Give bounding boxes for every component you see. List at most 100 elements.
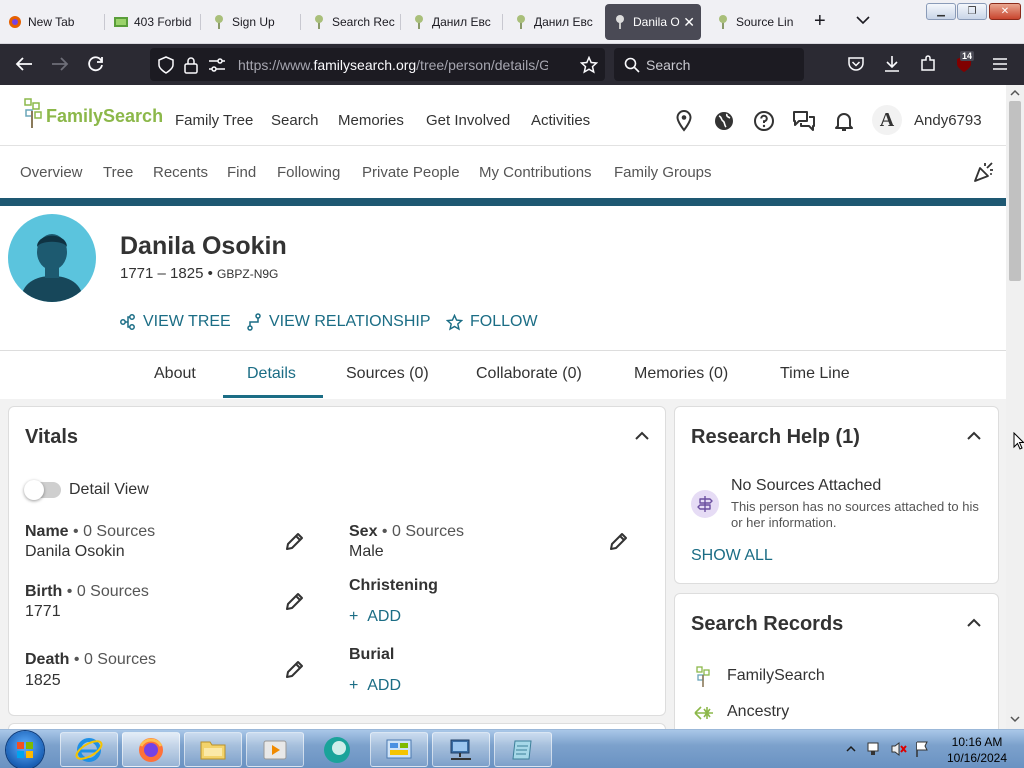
subnav-tree[interactable]: Tree <box>103 164 133 181</box>
show-all-link[interactable]: SHOW ALL <box>691 547 773 565</box>
close-window-icon[interactable]: ✕ <box>989 3 1021 20</box>
subnav-private-people[interactable]: Private People <box>362 164 460 181</box>
tab-sources[interactable]: Sources (0) <box>346 365 429 383</box>
tab-about[interactable]: About <box>154 365 196 383</box>
device-tray-icon[interactable] <box>866 741 882 757</box>
new-tab-plus-icon[interactable]: + <box>814 11 826 31</box>
research-item-title[interactable]: No Sources Attached <box>731 477 881 495</box>
download-icon[interactable] <box>880 52 904 76</box>
taskbar-chat-app[interactable] <box>308 732 366 767</box>
birth-value[interactable]: 1771 <box>25 603 61 621</box>
search-box[interactable]: Search <box>614 48 804 81</box>
system-clock[interactable]: 10:16 AM 10/16/2024 <box>940 734 1014 766</box>
taskbar-media-player[interactable] <box>246 732 304 767</box>
death-value[interactable]: 1825 <box>25 672 61 690</box>
browser-tab-danila-active[interactable]: Danila O ✕ <box>605 4 701 40</box>
back-arrow-icon[interactable] <box>12 52 36 76</box>
browser-tab-source-linker[interactable]: Source Lin <box>708 4 800 40</box>
location-pin-icon[interactable] <box>672 109 696 133</box>
messages-icon[interactable] <box>792 109 816 133</box>
reload-icon[interactable] <box>84 52 108 76</box>
scrollbar-thumb[interactable] <box>1009 101 1021 281</box>
subnav-recents[interactable]: Recents <box>153 164 208 181</box>
sex-value[interactable]: Male <box>349 543 384 561</box>
taskbar-file-explorer[interactable] <box>184 732 242 767</box>
search-records-ancestry[interactable]: Ancestry <box>727 703 789 721</box>
person-name: Danila Osokin <box>120 232 287 260</box>
action-center-flag-icon[interactable] <box>914 740 930 758</box>
notifications-bell-icon[interactable] <box>832 109 856 133</box>
forward-arrow-icon[interactable] <box>48 52 72 76</box>
follow-link[interactable]: FOLLOW <box>446 313 538 331</box>
view-relationship-link[interactable]: VIEW RELATIONSHIP <box>246 313 431 331</box>
person-id[interactable]: GBPZ-N9G <box>217 267 278 281</box>
user-avatar[interactable]: A <box>872 105 902 135</box>
url-text[interactable]: https://www.familysearch.org/tree/person… <box>238 57 548 73</box>
browser-tab-sign-up[interactable]: Sign Up <box>204 4 300 40</box>
tab-memories[interactable]: Memories (0) <box>634 365 728 383</box>
person-header: Danila Osokin 1771 – 1825 • GBPZ-N9G VIE… <box>0 206 1006 351</box>
search-records-familysearch[interactable]: FamilySearch <box>727 667 825 685</box>
familysearch-logo[interactable]: FamilySearch <box>22 97 163 129</box>
subnav-family-groups[interactable]: Family Groups <box>614 164 712 181</box>
help-question-icon[interactable] <box>752 109 776 133</box>
taskbar-notepad[interactable] <box>494 732 552 767</box>
collapse-chevron-icon[interactable] <box>635 431 649 441</box>
taskbar-internet-explorer[interactable] <box>60 732 118 767</box>
taskbar-network[interactable] <box>432 732 490 767</box>
edit-pencil-icon[interactable] <box>283 531 305 553</box>
add-christening-link[interactable]: + ADD <box>349 608 401 626</box>
tab-time-line[interactable]: Time Line <box>780 365 850 383</box>
person-portrait-avatar[interactable] <box>8 214 96 302</box>
scroll-down-icon[interactable] <box>1010 715 1020 723</box>
close-tab-icon[interactable]: ✕ <box>683 14 695 31</box>
extensions-puzzle-icon[interactable] <box>916 52 940 76</box>
subnav-my-contributions[interactable]: My Contributions <box>479 164 592 181</box>
subnav-find[interactable]: Find <box>227 164 256 181</box>
show-hidden-icons-icon[interactable] <box>846 745 856 753</box>
volume-muted-icon[interactable] <box>890 741 908 757</box>
nav-activities[interactable]: Activities <box>531 112 590 129</box>
subnav-following[interactable]: Following <box>277 164 340 181</box>
nav-search[interactable]: Search <box>271 112 319 129</box>
pocket-icon[interactable] <box>844 52 868 76</box>
name-value[interactable]: Danila Osokin <box>25 543 125 561</box>
detail-view-toggle[interactable] <box>24 480 61 500</box>
subnav-overview[interactable]: Overview <box>20 164 83 181</box>
nav-family-tree[interactable]: Family Tree <box>175 112 253 129</box>
edit-pencil-icon[interactable] <box>607 531 629 553</box>
browser-tab-new-tab[interactable]: New Tab <box>0 4 100 40</box>
globe-icon[interactable] <box>712 109 736 133</box>
tab-details[interactable]: Details <box>247 365 296 383</box>
nav-get-involved[interactable]: Get Involved <box>426 112 510 129</box>
windows-start-button[interactable] <box>6 731 44 768</box>
browser-tab-search-records[interactable]: Search Rec <box>304 4 396 40</box>
browser-tab-danil-2[interactable]: Данил Евс <box>506 4 600 40</box>
hamburger-menu-icon[interactable] <box>988 52 1012 76</box>
maximize-window-icon[interactable]: ❐ <box>957 3 987 20</box>
edit-pencil-icon[interactable] <box>283 659 305 681</box>
browser-tab-403[interactable]: 403 Forbidd <box>106 4 192 40</box>
address-bar[interactable]: https://www.familysearch.org/tree/person… <box>150 48 605 81</box>
minimize-window-icon[interactable]: ▁ <box>926 3 956 20</box>
shield-icon[interactable] <box>158 56 174 79</box>
party-popper-icon[interactable] <box>972 160 996 184</box>
taskbar-control-panel[interactable] <box>370 732 428 767</box>
taskbar-firefox[interactable] <box>122 732 180 767</box>
browser-tab-danil-1[interactable]: Данил Евс <box>404 4 498 40</box>
lock-icon[interactable] <box>184 56 198 79</box>
permissions-icon[interactable] <box>208 57 226 78</box>
view-tree-link[interactable]: VIEW TREE <box>120 313 231 331</box>
page-scrollbar[interactable] <box>1006 85 1024 729</box>
add-burial-link[interactable]: + ADD <box>349 677 401 695</box>
username[interactable]: Andy6793 <box>914 112 982 129</box>
collapse-chevron-icon[interactable] <box>967 431 981 441</box>
collapse-chevron-icon[interactable] <box>967 618 981 628</box>
tab-collaborate[interactable]: Collaborate (0) <box>476 365 582 383</box>
nav-memories[interactable]: Memories <box>338 112 404 129</box>
edit-pencil-icon[interactable] <box>283 591 305 613</box>
list-all-tabs-chevron-icon[interactable] <box>856 12 870 30</box>
scroll-up-icon[interactable] <box>1010 89 1020 97</box>
bookmark-star-icon[interactable] <box>579 55 599 79</box>
firefox-icon <box>8 15 22 29</box>
